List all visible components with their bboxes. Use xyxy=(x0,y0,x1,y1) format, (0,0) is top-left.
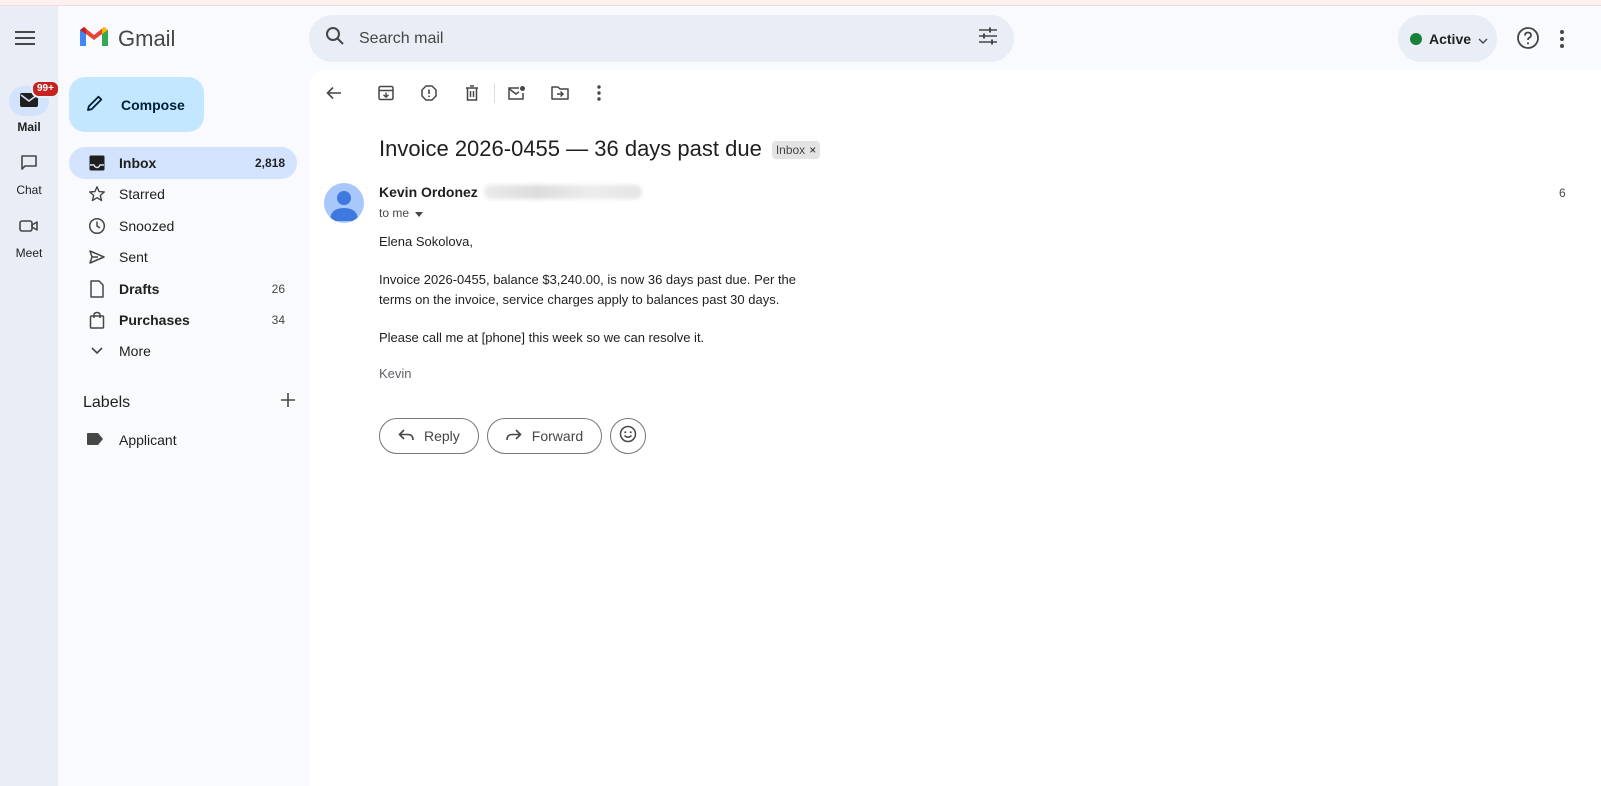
sender-row: Kevin Ordonez xyxy=(379,184,642,200)
settings-icon[interactable] xyxy=(1560,30,1566,48)
main-menu-icon[interactable] xyxy=(12,26,38,50)
chevron-down-icon xyxy=(87,341,107,361)
help-icon[interactable] xyxy=(1514,24,1542,52)
search-input[interactable] xyxy=(359,29,978,48)
label-icon xyxy=(87,432,103,448)
remove-label-icon[interactable]: × xyxy=(809,143,816,157)
report-spam-icon[interactable] xyxy=(416,80,442,106)
move-to-icon[interactable] xyxy=(547,80,573,106)
more-options-icon[interactable] xyxy=(586,80,612,106)
send-icon xyxy=(87,247,107,267)
email-paragraph: Invoice 2026-0455, balance $3,240.00, is… xyxy=(379,272,797,307)
labels-heading: Labels xyxy=(83,393,131,411)
email-greeting: Elena Sokolova, xyxy=(379,234,473,249)
add-label-icon[interactable] xyxy=(281,393,295,412)
forward-icon xyxy=(505,428,522,445)
gmail-m-icon xyxy=(78,24,110,53)
archive-icon[interactable] xyxy=(373,80,399,106)
pencil-icon xyxy=(85,93,105,116)
reply-button[interactable]: Reply xyxy=(379,418,479,454)
chat-icon xyxy=(20,154,38,175)
star-icon xyxy=(87,184,107,204)
nav-label: Sent xyxy=(119,249,148,266)
nav-count: 26 xyxy=(271,281,285,296)
sender-name[interactable]: Kevin Ordonez xyxy=(379,184,478,200)
email-subject: Invoice 2026-0455 — 36 days past due xyxy=(379,136,762,161)
reply-actions: Reply Forward xyxy=(379,418,647,454)
forward-button[interactable]: Forward xyxy=(486,418,603,454)
nav-label: Drafts xyxy=(119,280,160,297)
nav-item-sent[interactable]: Sent xyxy=(69,241,297,273)
avatar[interactable] xyxy=(324,183,364,223)
back-icon[interactable] xyxy=(321,80,347,106)
toolbar-divider xyxy=(494,83,495,103)
nav-item-more[interactable]: More xyxy=(69,335,297,367)
email-date: 6 xyxy=(1559,186,1566,200)
smiley-icon xyxy=(619,425,637,448)
sender-email-redacted xyxy=(483,185,642,199)
nav-label: Starred xyxy=(119,186,165,203)
caret-down-icon xyxy=(415,206,424,220)
nav-list: Inbox 2,818 Starred Snoozed Sent Drafts … xyxy=(69,147,297,367)
nav-item-starred[interactable]: Starred xyxy=(69,178,297,210)
labels-header: Labels xyxy=(83,393,295,412)
shopping-bag-icon xyxy=(87,310,107,330)
message-view: Invoice 2026-0455 — 36 days past due Inb… xyxy=(309,70,1601,786)
reply-icon xyxy=(398,428,414,445)
video-icon xyxy=(19,218,39,237)
nav-count: 34 xyxy=(271,313,285,328)
search-options-icon[interactable] xyxy=(978,27,998,50)
nav-item-purchases[interactable]: Purchases 34 xyxy=(69,304,297,336)
forward-label: Forward xyxy=(531,428,584,444)
mail-badge: 99+ xyxy=(31,80,60,98)
label-item-applicant[interactable]: Applicant xyxy=(87,432,177,448)
compose-label: Compose xyxy=(121,96,185,113)
nav-label: Inbox xyxy=(119,155,157,171)
message-toolbar xyxy=(321,80,612,106)
gmail-logo[interactable]: Gmail xyxy=(78,24,175,53)
email-paragraph: Please call me at [phone] this week so w… xyxy=(379,330,705,345)
email-signature: Kevin xyxy=(379,366,412,381)
search-icon[interactable] xyxy=(325,26,345,51)
subject-row: Invoice 2026-0455 — 36 days past due Inb… xyxy=(379,136,821,162)
nav-label: More xyxy=(119,343,151,360)
draft-icon xyxy=(87,279,107,299)
status-label: Active xyxy=(1429,30,1472,47)
clock-icon xyxy=(87,216,107,236)
rail-label-mail: Mail xyxy=(17,120,41,134)
to-line: to me xyxy=(379,206,410,220)
rail-item-meet[interactable]: Meet xyxy=(0,212,58,260)
rail-label-meet: Meet xyxy=(15,246,43,260)
email-body: Elena Sokolova, Invoice 2026-0455, balan… xyxy=(379,232,809,366)
trash-icon[interactable] xyxy=(459,80,485,106)
rail-item-mail[interactable]: 99+ Mail xyxy=(0,80,60,134)
reply-label: Reply xyxy=(424,428,460,444)
sidebar: Gmail Compose Inbox 2,818 Starred Snooze xyxy=(58,6,308,786)
nav-item-inbox[interactable]: Inbox 2,818 xyxy=(69,147,297,179)
label-name: Applicant xyxy=(119,432,177,448)
inbox-icon xyxy=(87,153,107,173)
nav-label: Snoozed xyxy=(119,217,175,234)
search-bar xyxy=(309,15,1014,62)
status-selector[interactable]: Active xyxy=(1398,15,1497,62)
recipient-details[interactable]: to me xyxy=(379,206,424,220)
chevron-down-icon xyxy=(1478,31,1488,47)
nav-item-drafts[interactable]: Drafts 26 xyxy=(69,273,297,305)
chip-label: Inbox xyxy=(775,143,806,157)
inbox-label-chip[interactable]: Inbox × xyxy=(771,141,821,159)
compose-button[interactable]: Compose xyxy=(69,77,204,132)
status-dot xyxy=(1410,32,1422,45)
gmail-wordmark: Gmail xyxy=(118,25,176,51)
app-rail: 99+ Mail Chat Meet xyxy=(0,6,60,786)
nav-count: 2,818 xyxy=(254,156,285,170)
mark-unread-icon[interactable] xyxy=(504,80,530,106)
nav-item-snoozed[interactable]: Snoozed xyxy=(69,210,297,242)
emoji-reaction-button[interactable] xyxy=(610,418,647,454)
nav-label: Purchases xyxy=(119,312,190,329)
rail-item-chat[interactable]: Chat xyxy=(0,149,58,197)
rail-label-chat: Chat xyxy=(16,183,42,197)
